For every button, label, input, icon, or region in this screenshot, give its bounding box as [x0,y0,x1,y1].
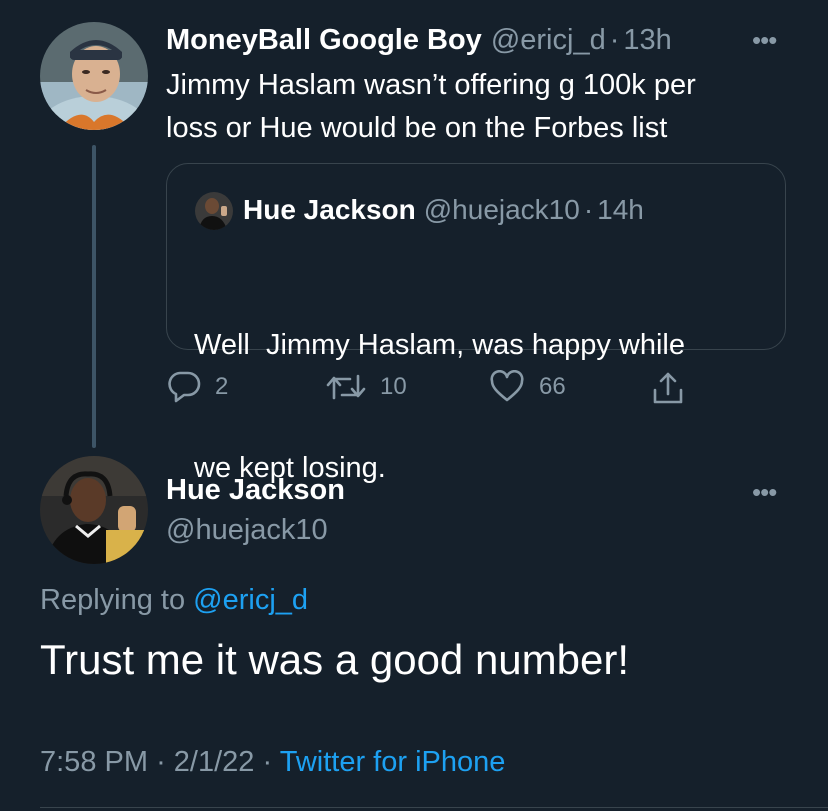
tweet1-text-line1: Jimmy Haslam wasn’t offering g 100k per [166,69,696,101]
tweet2-text: Trust me it was a good number! [40,636,630,683]
heart-icon [489,370,525,404]
tweet2-handle[interactable]: @huejack10 [166,514,328,547]
retweet-count: 10 [380,373,407,400]
tweet1-more-icon[interactable]: ••• [752,27,777,53]
reply-icon [166,370,202,404]
tweet1-time[interactable]: 13h [623,24,671,57]
tweet2-source-link[interactable]: Twitter for iPhone [280,746,506,778]
share-button[interactable] [650,370,686,406]
quoted-text-line1: Well Jimmy Haslam, was happy while [194,329,685,361]
quoted-header: Hue Jackson @huejack10 · 14h [243,194,644,228]
like-count: 66 [539,373,566,400]
tweet2-meta-separator-1: · [156,746,166,778]
replying-to-label: Replying to [40,584,186,616]
quoted-avatar-huejack10[interactable] [195,192,233,230]
tweet1-header: MoneyBall Google Boy @ericj_d · 13h [166,24,672,60]
like-button[interactable]: 66 [489,370,566,404]
reply-button[interactable]: 2 [166,370,228,404]
tweet2-display-name[interactable]: Hue Jackson [166,474,345,507]
quoted-display-name[interactable]: Hue Jackson [243,194,416,226]
reply-count: 2 [215,373,229,400]
retweet-button[interactable]: 10 [326,370,407,404]
replying-to-handle-link[interactable]: @ericj_d [193,584,308,616]
tweet1-text-line2: loss or Hue would be on the Forbes list [166,112,668,144]
divider [40,807,828,808]
avatar-ericj[interactable] [40,22,148,130]
replying-to: Replying to @ericj_d [40,584,308,617]
retweet-icon [326,370,366,404]
quoted-separator: · [583,194,594,225]
tweet1-separator: · [609,24,620,56]
tweet1-handle[interactable]: @ericj_d [491,24,606,57]
quoted-handle[interactable]: @huejack10 [424,194,580,226]
tweet2-meta: 7:58 PM · 2/1/22 · Twitter for iPhone [40,746,505,779]
avatar-huejack10[interactable] [40,456,148,564]
tweet1-display-name[interactable]: MoneyBall Google Boy [166,24,482,57]
tweet1-text: Jimmy Haslam wasn’t offering g 100k per … [166,64,696,150]
tweet2-date[interactable]: 2/1/22 [174,746,255,778]
share-icon [650,370,686,406]
quoted-time[interactable]: 14h [597,194,644,226]
thread-connector-line [92,145,96,448]
tweet2-more-icon[interactable]: ••• [752,479,777,505]
tweet2-time[interactable]: 7:58 PM [40,746,148,778]
tweet2-meta-separator-2: · [262,746,273,778]
